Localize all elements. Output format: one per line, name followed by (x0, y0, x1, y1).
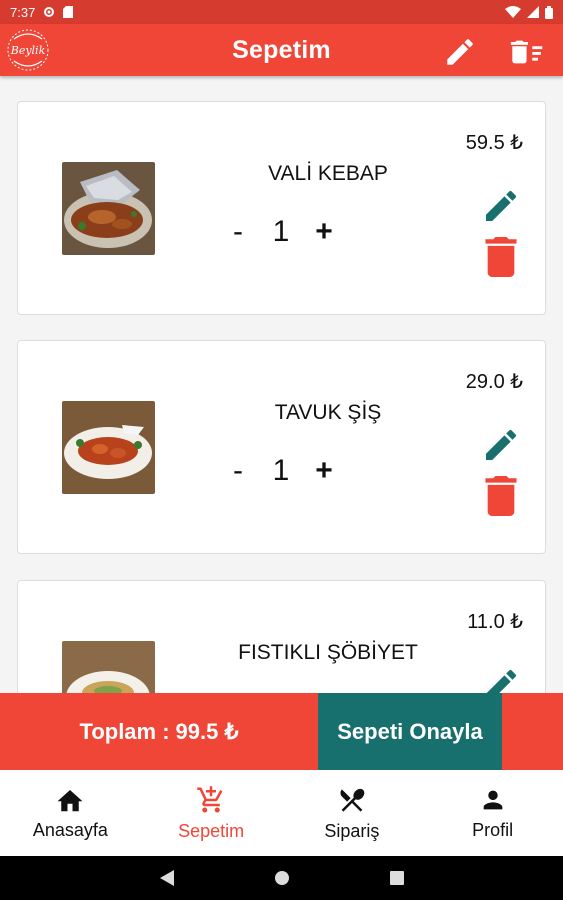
total-bar: Toplam : 99.5 ₺ Sepeti Onayla (0, 693, 563, 770)
food-image-tavuk-sis (62, 401, 155, 494)
increase-button[interactable]: + (312, 217, 336, 247)
nav-label: Sepetim (178, 820, 245, 841)
decrease-button[interactable]: - (226, 217, 250, 247)
recents-icon[interactable] (389, 871, 404, 885)
system-nav-bar (0, 856, 563, 900)
bottom-nav: Anasayfa Sepetim Sipariş Profil (0, 770, 563, 856)
clear-cart-button[interactable] (508, 32, 548, 72)
item-price: 29.0 ₺ (465, 371, 523, 393)
person-icon (483, 790, 502, 809)
home-icon (57, 789, 83, 811)
delete-sweep-icon (510, 40, 543, 64)
settings-icon (44, 7, 55, 17)
cart-item-card: VALİ KEBAP - 1 + 59.5 ₺ (17, 101, 546, 315)
total-value: 99.5 ₺ (175, 718, 239, 744)
quantity-value: 1 (272, 215, 290, 248)
nav-item-orders[interactable]: Sipariş (282, 770, 423, 856)
quantity-stepper: - 1 + (226, 212, 336, 252)
edit-cart-button[interactable] (440, 32, 480, 72)
trash-icon (485, 237, 517, 277)
increase-button[interactable]: + (312, 456, 336, 486)
item-name: VALİ KEBAP (268, 162, 388, 185)
cart-add-icon (197, 785, 223, 812)
nav-label: Sipariş (324, 820, 380, 841)
delete-item-button[interactable] (483, 236, 519, 278)
utensils-icon (340, 788, 365, 812)
item-name: TAVUK ŞİŞ (274, 401, 382, 424)
beylik-logo: Beylik (6, 27, 50, 73)
trash-icon (485, 476, 517, 516)
delete-item-button[interactable] (483, 475, 519, 517)
food-image-fistikli-sobiyet (62, 641, 155, 693)
signal-icon (527, 6, 539, 18)
status-bar: 7:37 (0, 0, 563, 24)
back-icon[interactable] (159, 870, 174, 886)
cart-item-card: TAVUK ŞİŞ - 1 + 29.0 ₺ (17, 340, 546, 554)
logo-text: Beylik (10, 43, 46, 57)
total-label: Toplam : (79, 718, 170, 744)
item-price: 59.5 ₺ (465, 132, 523, 154)
item-name: FISTIKLI ŞÖBİYET (238, 641, 418, 664)
nav-item-cart[interactable]: Sepetim (141, 770, 282, 856)
pencil-icon (447, 39, 473, 65)
battery-icon (545, 5, 553, 19)
sd-card-icon (63, 6, 74, 18)
quantity-stepper: - 1 + (226, 451, 336, 491)
pencil-icon (486, 669, 517, 693)
cart-total: Toplam : 99.5 ₺ (0, 693, 318, 770)
nav-item-profile[interactable]: Profil (422, 770, 563, 856)
nav-item-home[interactable]: Anasayfa (0, 770, 141, 856)
confirm-cart-button[interactable]: Sepeti Onayla (318, 693, 502, 770)
pencil-icon (486, 429, 517, 460)
pencil-icon (486, 190, 517, 221)
food-image-vali-kebap (62, 162, 155, 255)
quantity-value: 1 (272, 454, 290, 487)
nav-label: Anasayfa (32, 819, 108, 840)
app-bar: Beylik Sepetim (0, 24, 563, 76)
edit-item-button[interactable] (479, 184, 523, 228)
edit-item-button[interactable] (479, 663, 523, 693)
nav-label: Profil (472, 819, 514, 840)
home-circle-icon[interactable] (274, 870, 290, 886)
edit-item-button[interactable] (479, 423, 523, 467)
item-price: 11.0 ₺ (467, 611, 523, 633)
wifi-icon (505, 6, 521, 18)
status-time: 7:37 (10, 4, 36, 20)
decrease-button[interactable]: - (226, 456, 250, 486)
cart-list[interactable]: VALİ KEBAP - 1 + 59.5 ₺ TAVUK ŞİŞ - 1 + … (0, 76, 563, 693)
cart-item-card: FISTIKLI ŞÖBİYET - 1 + 11.0 ₺ (17, 580, 546, 693)
